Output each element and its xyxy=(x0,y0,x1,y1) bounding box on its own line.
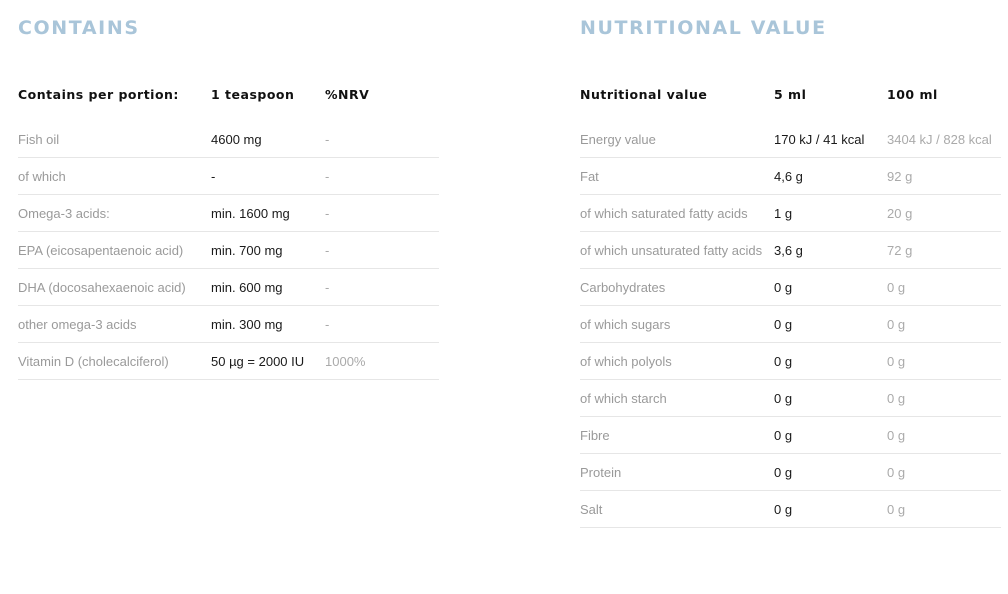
row-value: 0 g xyxy=(774,268,887,306)
column-header-5ml: 5 ml xyxy=(774,87,807,102)
row-value: 170 kJ / 41 kcal xyxy=(774,121,887,158)
row-label: Fish oil xyxy=(18,121,211,158)
table-row: Carbohydrates 0 g0 g xyxy=(580,268,1001,306)
row-value: 0 g xyxy=(774,379,887,417)
row-reference: 72 g xyxy=(887,231,1001,269)
column-header-nutrient: Nutritional value xyxy=(580,87,708,102)
row-reference: 0 g xyxy=(887,379,1001,417)
row-reference: 3404 kJ / 828 kcal xyxy=(887,121,1001,158)
table-row: Energy value 170 kJ / 41 kcal 3404 kJ / 82… xyxy=(580,121,1001,158)
row-reference: - xyxy=(325,157,439,195)
row-value: 0 g xyxy=(774,416,887,454)
row-label: DHA (docosahexaenoic acid) xyxy=(18,268,211,306)
row-label: Vitamin D (cholecalciferol) xyxy=(18,342,211,380)
contains-heading: CONTAINS xyxy=(18,17,140,39)
table-row: of which unsaturated fatty acids 3,6 g 72 … xyxy=(580,231,1001,269)
row-label: of which sugars xyxy=(580,305,774,343)
row-value: 3,6 g xyxy=(774,231,887,269)
row-reference: 0 g xyxy=(887,342,1001,380)
row-value: 0 g xyxy=(774,490,887,528)
row-reference: 0 g xyxy=(887,453,1001,491)
row-label: of which polyols xyxy=(580,342,774,380)
table-row: of which sugars 0 g0 g xyxy=(580,305,1001,343)
row-label: Omega-3 acids: xyxy=(18,194,211,232)
row-reference: 0 g xyxy=(887,305,1001,343)
table-header-row: Nutritional value 5 ml 100 ml xyxy=(580,87,1001,121)
row-reference: - xyxy=(325,121,439,158)
row-reference: 0 g xyxy=(887,416,1001,454)
table-header-row: Contains per portion: 1 teaspoon %NRV xyxy=(18,87,439,121)
row-reference: 0 g xyxy=(887,490,1001,528)
table-row: of which starch 0 g0 g xyxy=(580,379,1001,417)
row-reference: 92 g xyxy=(887,157,1001,195)
row-reference: 1000% xyxy=(325,342,439,380)
row-label: of which saturated fatty acids xyxy=(580,194,774,232)
table-row: Salt 0 g0 g xyxy=(580,490,1001,528)
table-row: of which saturated fatty acids 1 g 20 g xyxy=(580,194,1001,232)
row-value: - xyxy=(211,157,325,195)
nutrition-table: Nutritional value 5 ml 100 ml Energy val… xyxy=(580,87,1001,528)
row-label: Protein xyxy=(580,453,774,491)
table-row: of which - - xyxy=(18,157,439,195)
row-label: Carbohydrates xyxy=(580,268,774,306)
row-label: of which xyxy=(18,157,211,195)
column-header-portion: Contains per portion: xyxy=(18,87,179,102)
contains-table: Contains per portion: 1 teaspoon %NRV Fi… xyxy=(18,87,439,380)
row-value: 1 g xyxy=(774,194,887,232)
row-reference: 0 g xyxy=(887,268,1001,306)
table-row: Fat 4,6 g 92 g xyxy=(580,157,1001,195)
column-header-nrv: %NRV xyxy=(325,87,370,102)
column-header-100ml: 100 ml xyxy=(887,87,938,102)
row-value: 0 g xyxy=(774,305,887,343)
row-value: min. 300 mg xyxy=(211,305,325,343)
row-label: Fat xyxy=(580,157,774,195)
column-header-amount: 1 teaspoon xyxy=(211,87,295,102)
table-row: other omega-3 acids min. 300 mg - xyxy=(18,305,439,343)
row-label: Energy value xyxy=(580,121,774,158)
row-reference: - xyxy=(325,268,439,306)
row-value: 50 µg = 2000 IU xyxy=(211,342,325,380)
row-label: of which starch xyxy=(580,379,774,417)
row-value: 0 g xyxy=(774,342,887,380)
row-reference: - xyxy=(325,305,439,343)
row-value: 4,6 g xyxy=(774,157,887,195)
row-value: min. 600 mg xyxy=(211,268,325,306)
row-label: EPA (eicosapentaenoic acid) xyxy=(18,231,211,269)
nutrition-heading: NUTRITIONAL VALUE xyxy=(580,17,827,39)
row-value: min. 1600 mg xyxy=(211,194,325,232)
table-row: EPA (eicosapentaenoic acid) min. 700 mg - xyxy=(18,231,439,269)
row-label: of which unsaturated fatty acids xyxy=(580,231,774,269)
table-row: Fibre 0 g0 g xyxy=(580,416,1001,454)
table-row: Omega-3 acids: min. 1600 mg - xyxy=(18,194,439,232)
table-row: Vitamin D (cholecalciferol) 50 µg = 2000 … xyxy=(18,342,439,380)
row-reference: - xyxy=(325,231,439,269)
row-value: 0 g xyxy=(774,453,887,491)
table-row: DHA (docosahexaenoic acid) min. 600 mg - xyxy=(18,268,439,306)
row-label: other omega-3 acids xyxy=(18,305,211,343)
row-reference: - xyxy=(325,194,439,232)
table-row: Protein 0 g0 g xyxy=(580,453,1001,491)
row-label: Salt xyxy=(580,490,774,528)
table-row: Fish oil 4600 mg - xyxy=(18,121,439,158)
row-value: 4600 mg xyxy=(211,121,325,158)
table-row: of which polyols 0 g0 g xyxy=(580,342,1001,380)
row-value: min. 700 mg xyxy=(211,231,325,269)
row-label: Fibre xyxy=(580,416,774,454)
row-reference: 20 g xyxy=(887,194,1001,232)
